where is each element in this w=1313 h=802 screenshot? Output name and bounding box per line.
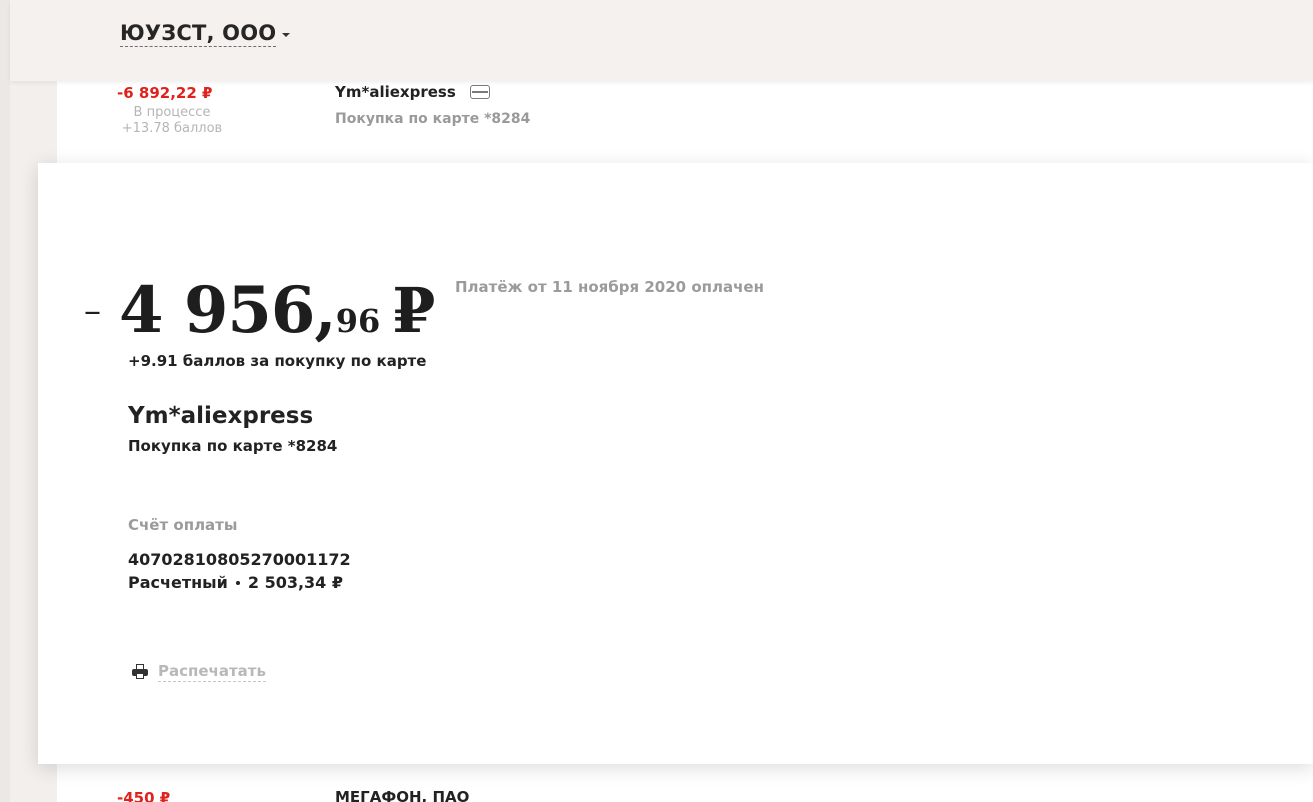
header: ЮУЗСТ, ООО [10, 0, 1313, 81]
print-button[interactable]: Распечатать [132, 662, 266, 682]
amount-integer: 4 956, [119, 273, 337, 348]
transaction-detail-card: – 4 956, 96 ₽ Платёж от 11 ноября 2020 о… [38, 163, 1313, 764]
separator-dot [235, 580, 240, 585]
list-item[interactable]: -6 892,22 ₽ В процессе +13.78 баллов Ym*… [57, 81, 1313, 163]
chevron-down-icon[interactable] [282, 33, 291, 37]
account-info: Расчетный 2 503,34 ₽ [128, 573, 343, 592]
payment-amount: – 4 956, 96 ₽ [84, 273, 435, 348]
company-name[interactable]: ЮУЗСТ, ООО [120, 21, 277, 47]
merchant-name: Ym*aliexpress [128, 403, 314, 429]
amount-sign: – [84, 291, 101, 331]
amount-decimal: 96 [335, 302, 381, 340]
transaction-description: Покупка по карте *8284 [128, 437, 338, 455]
account-balance: 2 503,34 ₽ [247, 573, 344, 592]
bonus-text: +9.91 баллов за покупку по карте [128, 352, 427, 370]
merchant-name: Ym*aliexpress [335, 83, 456, 101]
app-window: ЮУЗСТ, ООО -6 892,22 ₽ В процессе +13.78… [0, 0, 1313, 802]
merchant-line: Ym*aliexpress [335, 83, 490, 101]
transaction-status: В процессе +13.78 баллов [112, 105, 232, 137]
printer-icon[interactable] [132, 664, 148, 680]
account-type: Расчетный [128, 573, 228, 592]
left-gutter [0, 0, 10, 802]
transaction-description: Покупка по карте *8284 [335, 111, 531, 127]
bonus-text: +13.78 баллов [121, 121, 223, 136]
account-label: Счёт оплаты [128, 516, 238, 534]
card-icon [469, 85, 490, 99]
amount-currency: ₽ [392, 274, 436, 347]
company-selector[interactable]: ЮУЗСТ, ООО [120, 21, 291, 47]
payment-status: Платёж от 11 ноября 2020 оплачен [455, 278, 764, 296]
transaction-amount: -6 892,22 ₽ [117, 84, 213, 102]
print-label[interactable]: Распечатать [158, 662, 266, 682]
transaction-amount: -450 ₽ [117, 789, 171, 802]
list-item[interactable]: -450 ₽ МЕГАФОН, ПАО [57, 786, 1313, 802]
account-number: 40702810805270001172 [128, 550, 351, 569]
status-text: В процессе [133, 105, 211, 120]
merchant-name: МЕГАФОН, ПАО [335, 788, 470, 802]
